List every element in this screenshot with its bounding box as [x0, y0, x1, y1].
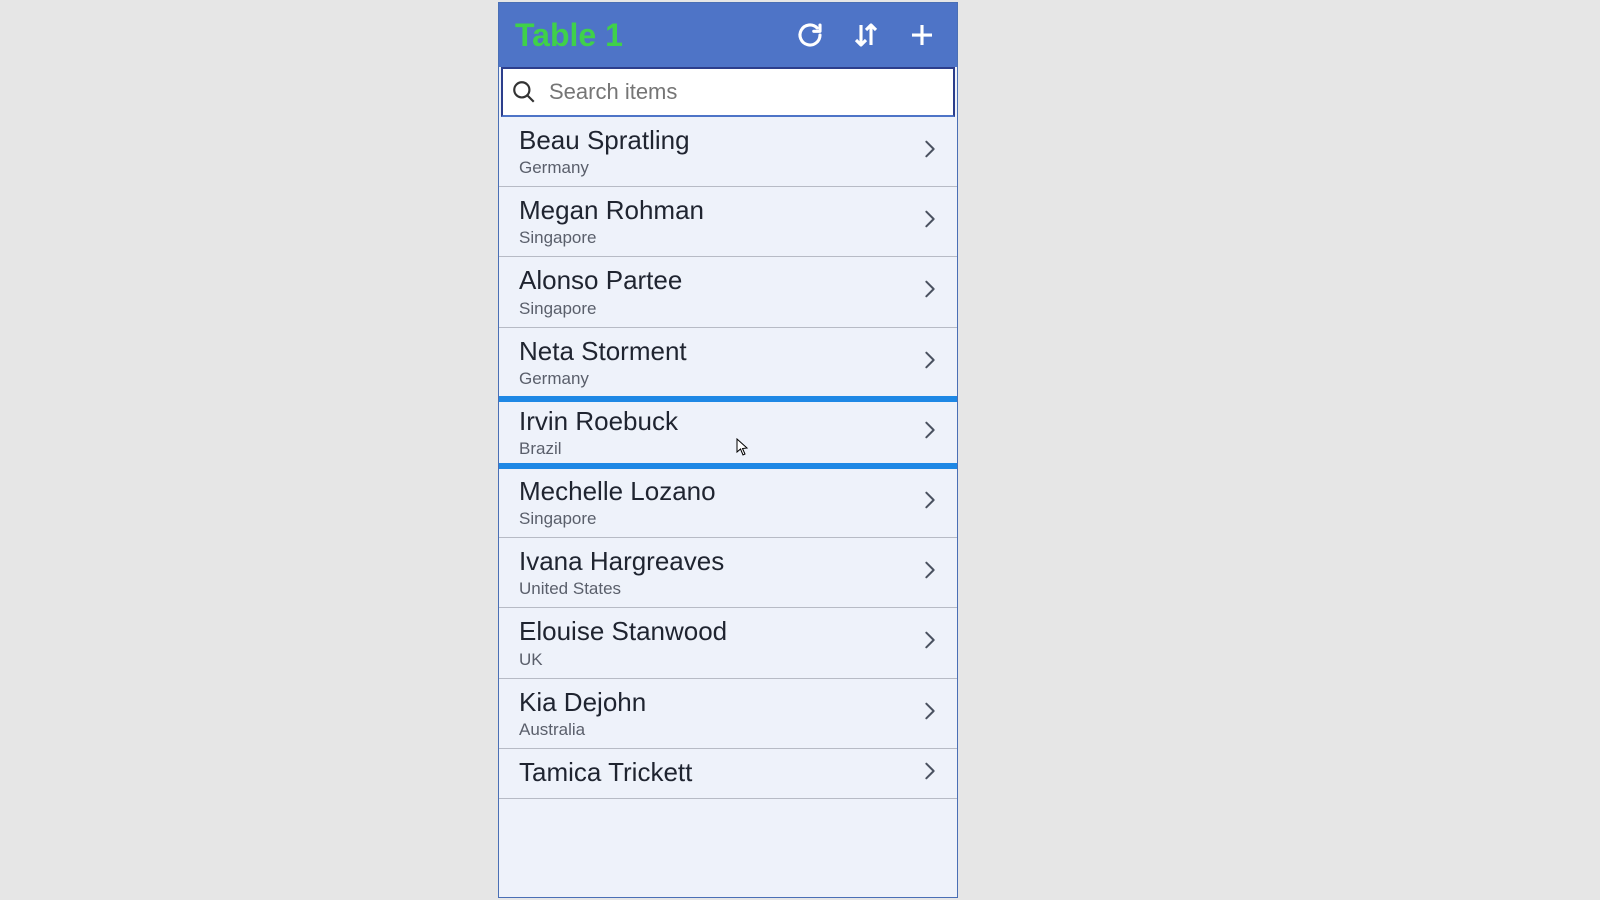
- list-item[interactable]: Tamica Trickett: [499, 749, 957, 799]
- sort-icon: [851, 20, 881, 50]
- list-item-text: Irvin RoebuckBrazil: [519, 406, 919, 459]
- list-item-text: Ivana HargreavesUnited States: [519, 546, 919, 599]
- chevron-right-icon: [919, 626, 941, 659]
- plus-icon: [907, 20, 937, 50]
- list-item-subtitle: Brazil: [519, 439, 919, 459]
- list-item-subtitle: UK: [519, 650, 919, 670]
- list-item-text: Megan RohmanSingapore: [519, 195, 919, 248]
- list-item-name: Irvin Roebuck: [519, 406, 919, 437]
- search-icon: [511, 79, 537, 105]
- list-item-name: Mechelle Lozano: [519, 476, 919, 507]
- chevron-right-icon: [919, 275, 941, 308]
- list-item[interactable]: Irvin RoebuckBrazil: [499, 398, 957, 468]
- list-item-text: Beau SpratlingGermany: [519, 125, 919, 178]
- page-title: Table 1: [515, 17, 795, 54]
- list-item[interactable]: Alonso Partee Singapore: [499, 257, 957, 327]
- list-item-name: Neta Storment: [519, 336, 919, 367]
- chevron-right-icon: [919, 556, 941, 589]
- list-item[interactable]: Ivana HargreavesUnited States: [499, 538, 957, 608]
- refresh-icon: [795, 20, 825, 50]
- list-item-subtitle: Singapore: [519, 299, 919, 319]
- list-item-name: Alonso Partee: [519, 265, 919, 296]
- list-item-subtitle: Singapore: [519, 509, 919, 529]
- list-item-subtitle: Singapore: [519, 228, 919, 248]
- refresh-button[interactable]: [795, 20, 825, 50]
- list-item[interactable]: Elouise Stanwood UK: [499, 608, 957, 678]
- chevron-right-icon: [919, 205, 941, 238]
- header-bar: Table 1: [499, 3, 957, 67]
- list-item-name: Elouise Stanwood: [519, 616, 919, 647]
- list-item-name: Kia Dejohn: [519, 687, 919, 718]
- list-item-text: Tamica Trickett: [519, 757, 919, 790]
- list-item-name: Megan Rohman: [519, 195, 919, 226]
- list-item[interactable]: Mechelle LozanoSingapore: [499, 468, 957, 538]
- list-item[interactable]: Kia DejohnAustralia: [499, 679, 957, 749]
- chevron-right-icon: [919, 346, 941, 379]
- search-container: [499, 67, 957, 117]
- cursor-icon: [736, 438, 750, 456]
- list-item-text: Kia DejohnAustralia: [519, 687, 919, 740]
- list-item[interactable]: Megan RohmanSingapore: [499, 187, 957, 257]
- list-item-text: Neta StormentGermany: [519, 336, 919, 389]
- app-window: Table 1: [498, 2, 958, 898]
- search-input[interactable]: [547, 78, 945, 106]
- list-item-text: Elouise Stanwood UK: [519, 616, 919, 669]
- items-list: Beau SpratlingGermanyMegan RohmanSingapo…: [499, 117, 957, 799]
- list-item-text: Alonso Partee Singapore: [519, 265, 919, 318]
- list-item-subtitle: Australia: [519, 720, 919, 740]
- sort-button[interactable]: [851, 20, 881, 50]
- list-item[interactable]: Beau SpratlingGermany: [499, 117, 957, 187]
- chevron-right-icon: [919, 486, 941, 519]
- add-button[interactable]: [907, 20, 937, 50]
- list-item-name: Ivana Hargreaves: [519, 546, 919, 577]
- chevron-right-icon: [919, 757, 941, 790]
- list-item-text: Mechelle LozanoSingapore: [519, 476, 919, 529]
- list-item-subtitle: United States: [519, 579, 919, 599]
- list-item-subtitle: Germany: [519, 158, 919, 178]
- header-actions: [795, 20, 945, 50]
- list-item-subtitle: Germany: [519, 369, 919, 389]
- chevron-right-icon: [919, 416, 941, 449]
- search-box[interactable]: [501, 67, 955, 117]
- list-item[interactable]: Neta StormentGermany: [499, 328, 957, 398]
- list-item-name: Beau Spratling: [519, 125, 919, 156]
- list-item-name: Tamica Trickett: [519, 757, 919, 788]
- chevron-right-icon: [919, 135, 941, 168]
- chevron-right-icon: [919, 697, 941, 730]
